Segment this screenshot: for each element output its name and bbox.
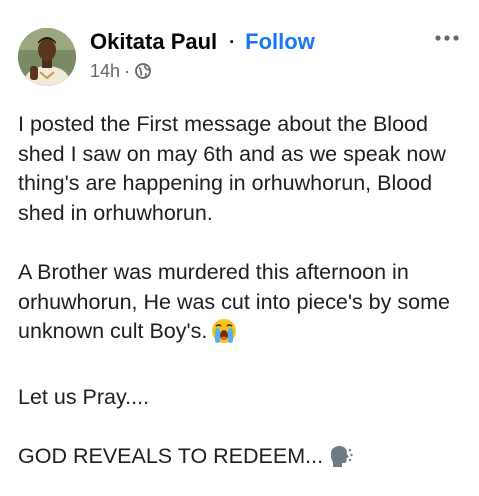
post-body: I posted the First message about the Blo… bbox=[18, 110, 463, 478]
post-meta: 14h · bbox=[90, 60, 151, 82]
more-options-icon[interactable] bbox=[433, 31, 461, 45]
post-paragraph-4: GOD REVEALS TO REDEEM... bbox=[18, 442, 463, 478]
post-paragraph-2: A Brother was murdered this afternoon in… bbox=[18, 258, 463, 353]
post-paragraph-3: Let us Pray.... bbox=[18, 384, 150, 409]
post-paragraph-1: I posted the First message about the Blo… bbox=[18, 112, 446, 225]
name-separator: · bbox=[229, 31, 236, 52]
post-paragraph-4-text: GOD REVEALS TO REDEEM... bbox=[18, 444, 324, 468]
avatar-photo bbox=[18, 28, 76, 86]
post-time[interactable]: 14h bbox=[90, 61, 120, 82]
author-name[interactable]: Okitata Paul bbox=[90, 29, 217, 55]
author-avatar[interactable] bbox=[18, 28, 76, 86]
follow-button[interactable]: Follow bbox=[245, 29, 315, 55]
loudly-crying-face-emoji bbox=[211, 318, 237, 353]
author-line: Okitata Paul · Follow bbox=[90, 27, 315, 57]
post-header: Okitata Paul · Follow 14h · bbox=[18, 25, 463, 87]
speaking-head-emoji bbox=[327, 443, 353, 478]
globe-icon[interactable] bbox=[135, 63, 151, 79]
meta-separator: · bbox=[124, 60, 131, 81]
facebook-post: Okitata Paul · Follow 14h · I posted the… bbox=[0, 0, 479, 496]
